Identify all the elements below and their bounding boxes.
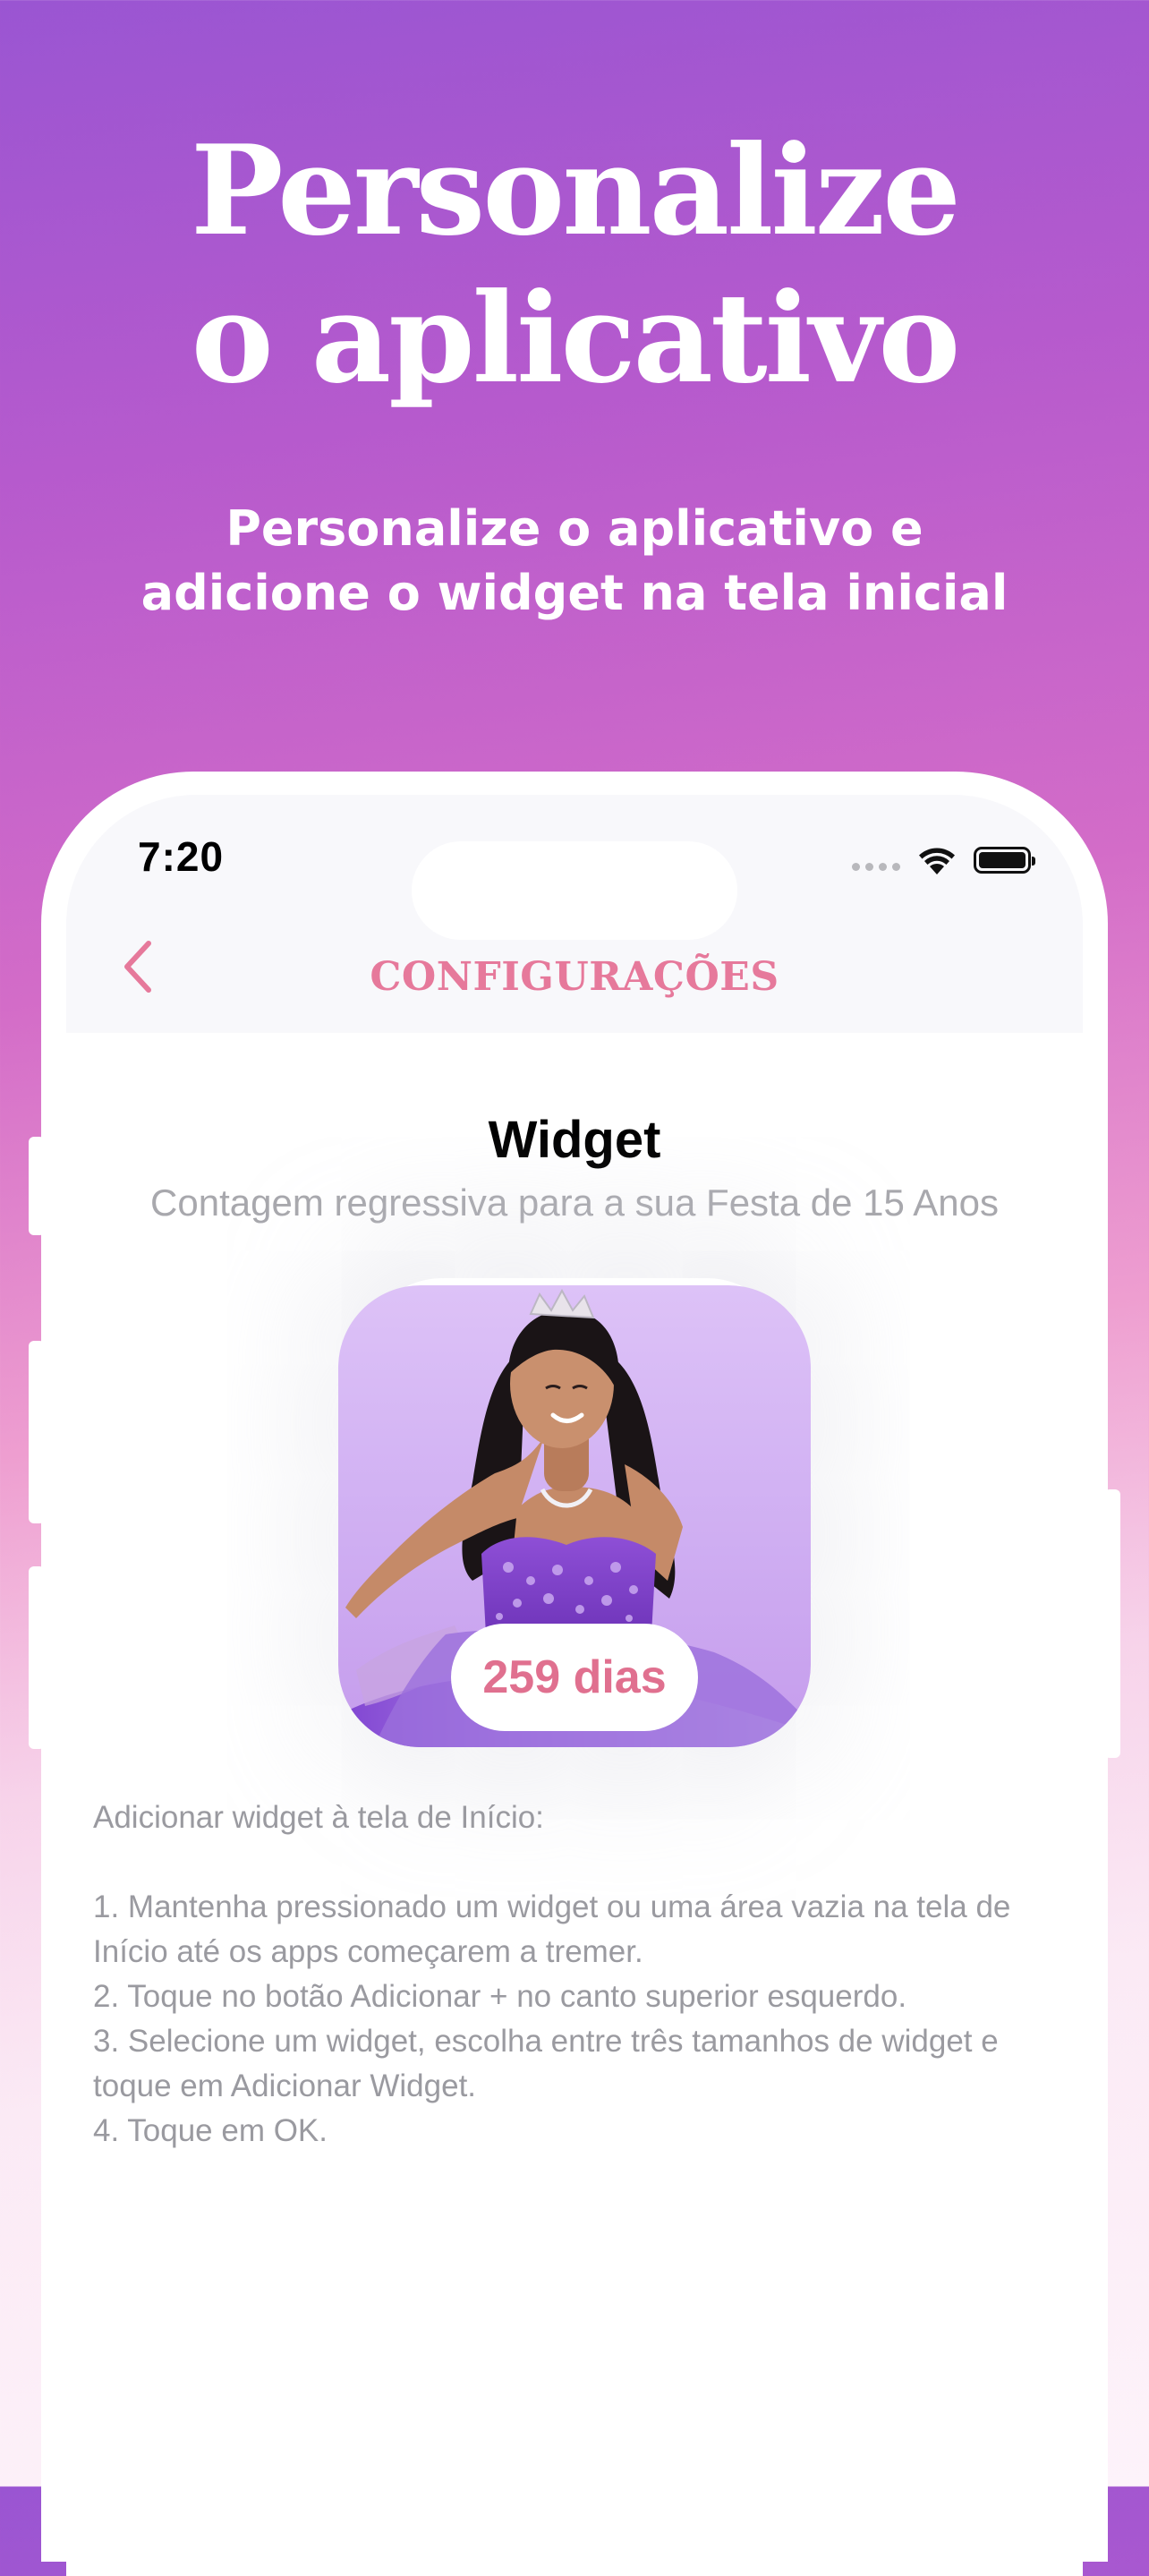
- hero-subheadline-line2: adicione o widget na tela inicial: [140, 565, 1009, 621]
- hero-headline-line1: Personalize: [190, 117, 961, 263]
- widget-section-title: Widget: [488, 1111, 661, 1169]
- status-time: 7:20: [138, 833, 225, 880]
- days-remaining-badge: 259 dias: [451, 1624, 698, 1731]
- battery-icon: [974, 847, 1035, 874]
- widget-instructions: Adicionar widget à tela de Início: 1. Ma…: [93, 1796, 1060, 2154]
- instruction-step: 2. Toque no botão Adicionar + no canto s…: [93, 1979, 907, 2014]
- cellular-signal-icon: [852, 862, 900, 871]
- hero-headline: Personalize o aplicativo: [0, 116, 1149, 412]
- instruction-step: 3. Selecione um widget, escolha entre tr…: [93, 2024, 999, 2103]
- phone-screen: 7:20 CONFIGURAÇÕES Widget Contagem regre…: [66, 795, 1083, 2576]
- hero-subheadline-line1: Personalize o aplicativo e: [226, 500, 923, 557]
- instruction-step: 4. Toque em OK.: [93, 2113, 328, 2148]
- top-bar: 7:20 CONFIGURAÇÕES: [66, 795, 1083, 1033]
- instructions-heading: Adicionar widget à tela de Início:: [93, 1800, 544, 1835]
- dynamic-island: [412, 841, 737, 940]
- instruction-step: 1. Mantenha pressionado um widget ou uma…: [93, 1889, 1011, 1969]
- hero-subheadline: Personalize o aplicativo e adicione o wi…: [0, 497, 1149, 626]
- wifi-icon: [919, 848, 955, 874]
- hero-headline-line2: o aplicativo: [191, 265, 961, 411]
- phone-frame: 7:20 CONFIGURAÇÕES Widget Contagem regre…: [41, 772, 1108, 2576]
- status-icons: [852, 840, 1035, 881]
- widget-section-subtitle: Contagem regressiva para a sua Festa de …: [150, 1181, 999, 1224]
- countdown-widget-preview[interactable]: 259 dias: [338, 1285, 811, 1747]
- page-title: CONFIGURAÇÕES: [370, 954, 779, 1000]
